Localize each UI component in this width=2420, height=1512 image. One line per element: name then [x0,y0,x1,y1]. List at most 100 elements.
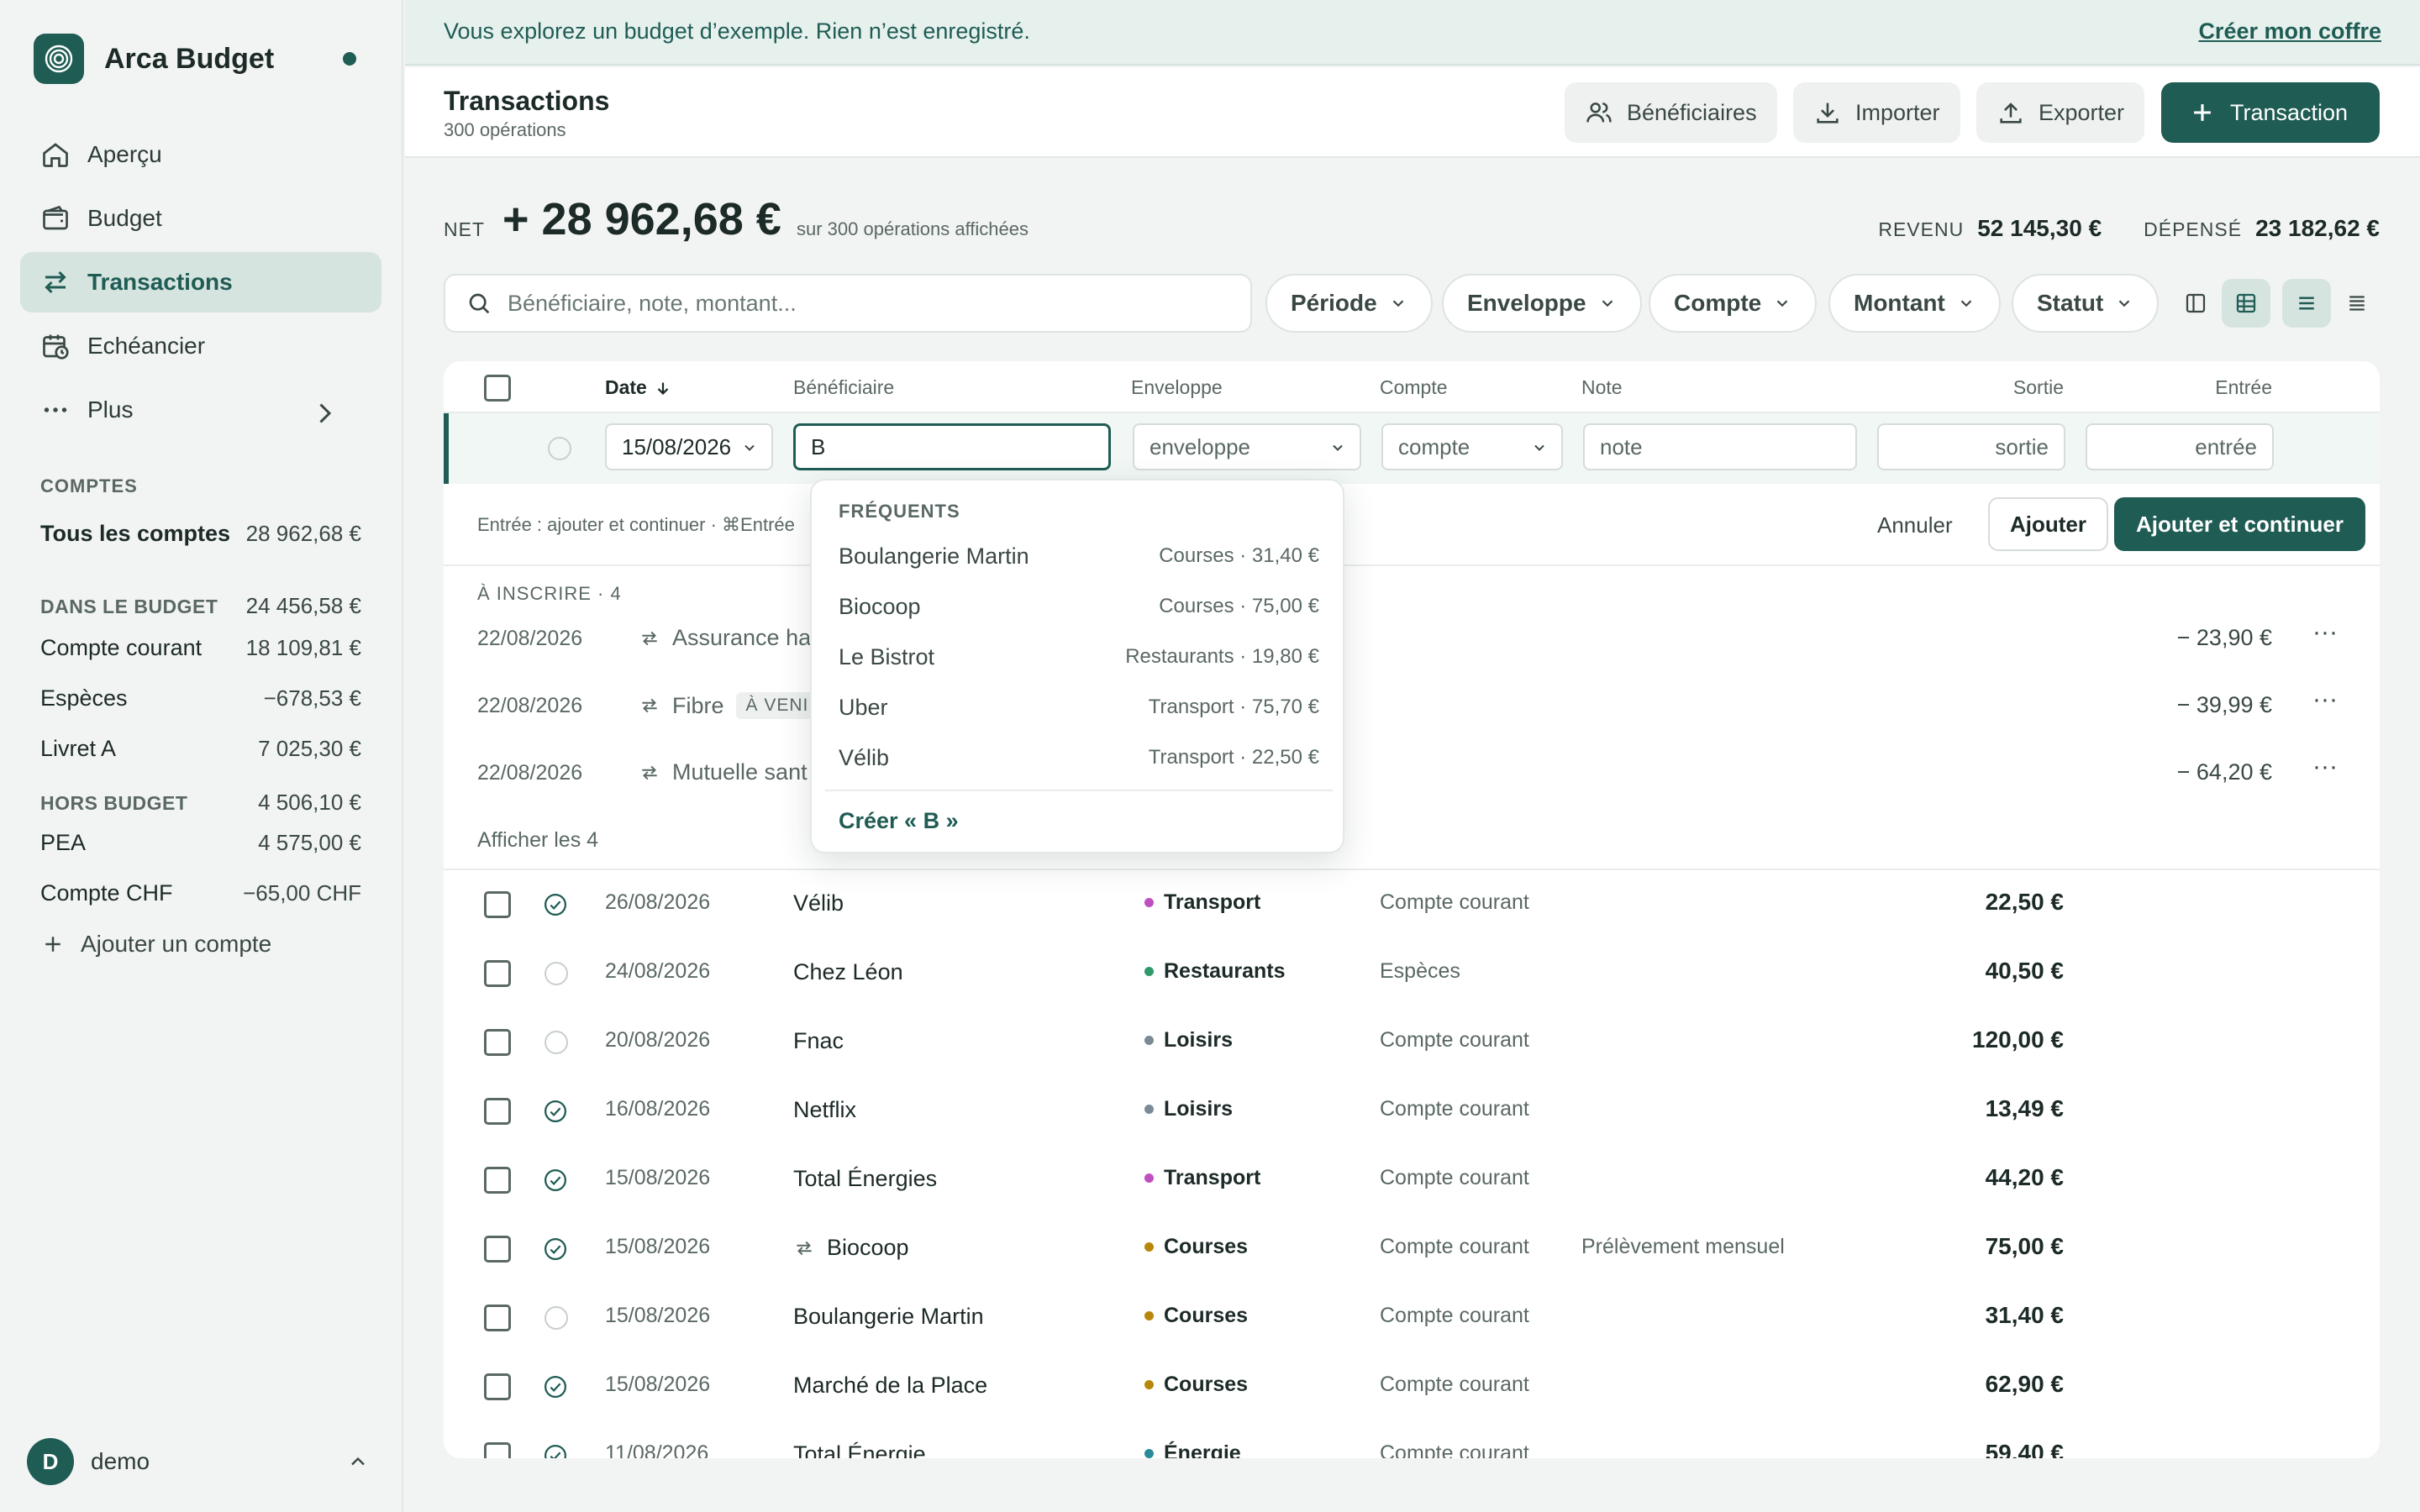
add-continue-button[interactable]: Ajouter et continuer [2114,497,2366,551]
cleared-check-icon[interactable] [543,1374,568,1399]
create-payee-option[interactable]: Créer « B » [839,808,959,834]
table-row[interactable]: 15/08/2026 Marché de la Place Courses Compt… [444,1352,2380,1421]
scheduled-row[interactable]: 22/08/2026 Fibre À VENI − 39,99 € ··· [444,677,2380,744]
search-input[interactable] [508,290,1230,317]
suggestion-item[interactable]: Uber Transport · 75,70 € [839,685,1319,729]
row-checkbox[interactable] [484,1305,511,1331]
date-field[interactable]: 15/08/2026 [605,423,773,470]
banner-text: Vous explorez un budget d’exemple. Rien … [444,18,1030,44]
row-menu-icon[interactable]: ··· [2312,685,2338,714]
column-out[interactable]: Sortie [2013,376,2064,399]
export-button[interactable]: Exporter [1976,82,2145,143]
density-comfortable[interactable] [2282,279,2331,328]
column-note[interactable]: Note [1581,376,1623,399]
account-pea[interactable]: PEA 4 575,00 € [40,830,361,856]
nav-item-transactions[interactable]: Transactions [20,252,381,312]
nav-item-plus[interactable]: Plus [20,380,381,440]
toggle-side-panel[interactable] [2171,279,2220,328]
cleared-check-icon[interactable] [543,1099,568,1124]
account-compte-chf[interactable]: Compte CHF −65,00 CHF [40,880,361,906]
filter-amount[interactable]: Montant [1828,274,2001,333]
nav-item-echeancier[interactable]: Echéancier [20,316,381,376]
net-value: + 28 962,68 € [502,194,781,244]
account-livret-a[interactable]: Livret A 7 025,30 € [40,736,361,762]
suggestion-item[interactable]: Vélib Transport · 22,50 € [839,736,1319,780]
create-vault-link[interactable]: Créer mon coffre [2198,18,2381,45]
row-checkbox[interactable] [484,1098,511,1125]
cleared-toggle[interactable] [548,437,571,460]
account-especes[interactable]: Espèces −678,53 € [40,685,361,711]
search-box[interactable] [444,274,1252,333]
tx-date: 26/08/2026 [605,890,711,914]
table-row[interactable]: 16/08/2026 Netflix Loisirs Compte courant 13… [444,1077,2380,1146]
cleared-check-icon[interactable] [543,1236,568,1262]
payees-button[interactable]: Bénéficiaires [1565,82,1777,143]
suggestion-item[interactable]: Boulangerie Martin Courses · 31,40 € [839,534,1319,578]
row-menu-icon[interactable]: ··· [2312,753,2338,781]
cleared-check-icon[interactable] [543,892,568,917]
cleared-toggle[interactable] [544,1031,568,1054]
cleared-check-icon[interactable] [543,1168,568,1193]
suggestion-item[interactable]: Biocoop Courses · 75,00 € [839,585,1319,628]
filter-envelope[interactable]: Enveloppe [1442,274,1642,333]
density-compact[interactable] [2333,279,2381,328]
new-transaction-button[interactable]: Transaction [2161,82,2380,143]
cleared-check-icon[interactable] [543,1443,568,1458]
account-compte-courant[interactable]: Compte courant 18 109,81 € [40,635,361,661]
row-checkbox[interactable] [484,1167,511,1194]
column-date[interactable]: Date [605,376,672,399]
table-row[interactable]: 26/08/2026 Vélib Transport Compte courant 22… [444,870,2380,939]
show-all-scheduled-link[interactable]: Afficher les 4 [477,828,598,853]
note-field[interactable]: note [1583,423,1857,470]
import-button[interactable]: Importer [1793,82,1960,143]
scheduled-row[interactable]: 22/08/2026 Assurance ha − 23,90 € ··· [444,610,2380,677]
out-field[interactable]: sortie [1877,423,2065,470]
in-field[interactable]: entrée [2086,423,2274,470]
row-checkbox[interactable] [484,960,511,987]
filter-account[interactable]: Compte [1649,274,1818,333]
envelope-select[interactable]: enveloppe [1133,423,1361,470]
row-checkbox[interactable] [484,1236,511,1263]
cleared-toggle[interactable] [544,962,568,985]
table-row[interactable]: 11/08/2026 Total Énergie Énergie Compte cou… [444,1421,2380,1458]
sidebar: Arca Budget Aperçu Budget Transactions E… [0,0,403,1512]
view-table[interactable] [2222,279,2270,328]
row-menu-icon[interactable]: ··· [2312,618,2338,647]
table-row[interactable]: 15/08/2026 Boulangerie Martin Courses Compt… [444,1284,2380,1352]
table-row[interactable]: 20/08/2026 Fnac Loisirs Compte courant 120,0… [444,1008,2380,1077]
account-name: Compte CHF [40,880,173,906]
row-checkbox[interactable] [484,1373,511,1400]
cleared-toggle[interactable] [544,1306,568,1330]
table-row[interactable]: 15/08/2026 Biocoop Courses Compte courant Pr… [444,1215,2380,1284]
suggestion-item[interactable]: Le Bistrot Restaurants · 19,80 € [839,635,1319,679]
payee-name: Assurance ha [672,625,812,650]
row-checkbox[interactable] [484,1442,511,1458]
nav-item-budget[interactable]: Budget [20,188,381,249]
download-icon [1817,102,1839,123]
payee-field[interactable]: B [793,423,1111,470]
filter-status[interactable]: Statut [2012,274,2160,333]
row-checkbox[interactable] [484,1029,511,1056]
add-account-button[interactable]: Ajouter un compte [40,931,271,958]
column-envelope[interactable]: Enveloppe [1131,376,1223,399]
date-value: 15/08/2026 [622,433,732,459]
account-all[interactable]: Tous les comptes 28 962,68 € [40,521,361,547]
select-all-checkbox[interactable] [484,375,511,402]
table-row[interactable]: 15/08/2026 Total Énergies Transport Compte … [444,1146,2380,1215]
plus-icon [2194,104,2211,121]
filter-period[interactable]: Période [1265,274,1433,333]
add-button[interactable]: Ajouter [1988,497,2108,551]
cancel-button[interactable]: Annuler [1877,512,1953,538]
table-row[interactable]: 24/08/2026 Chez Léon Restaurants Espèces 40,… [444,939,2380,1008]
column-payee[interactable]: Bénéficiaire [793,376,894,399]
user-menu[interactable]: D demo [27,1438,376,1485]
row-checkbox[interactable] [484,891,511,918]
nav-item-apercu[interactable]: Aperçu [20,124,381,185]
spiral-logo-icon [45,45,73,73]
scheduled-row[interactable]: 22/08/2026 Mutuelle sant − 64,20 € ··· [444,744,2380,811]
account-select[interactable]: compte [1381,423,1563,470]
suggestion-meta: Transport · 75,70 € [1148,696,1319,718]
column-account[interactable]: Compte [1380,376,1448,399]
column-in[interactable]: Entrée [2215,376,2272,399]
brand[interactable]: Arca Budget [34,34,370,84]
